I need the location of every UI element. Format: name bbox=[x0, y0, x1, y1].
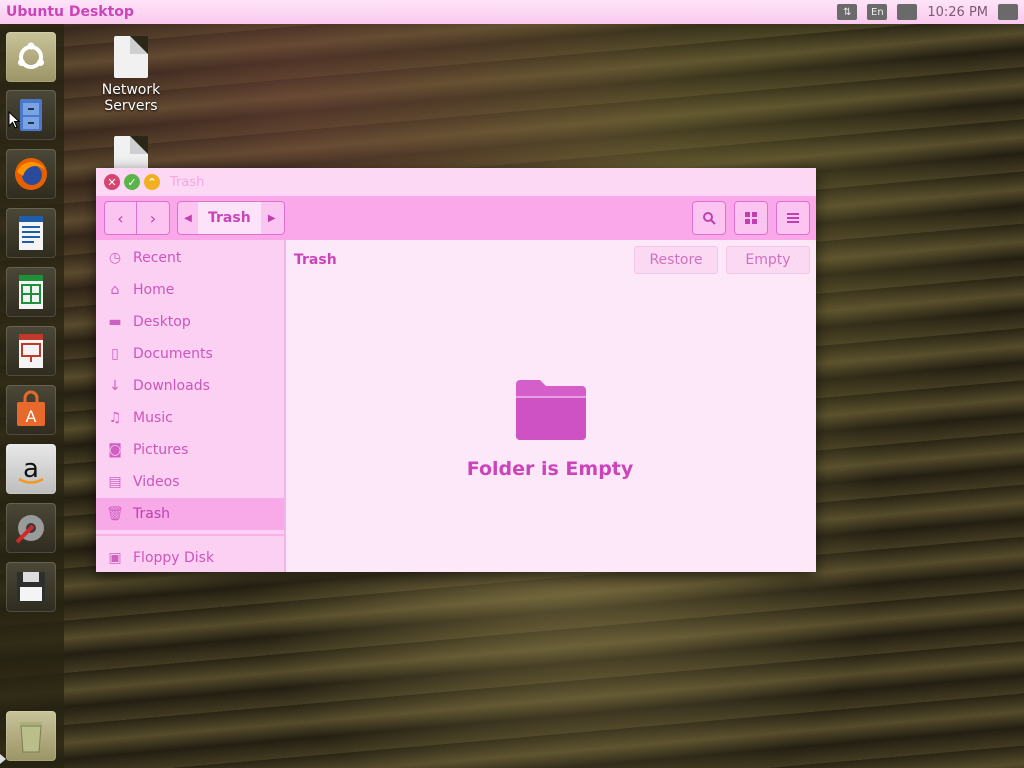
shopping-bag-icon: A bbox=[17, 390, 45, 426]
empty-folder-message: Folder is Empty bbox=[466, 458, 634, 480]
sidebar-item-label: Recent bbox=[133, 250, 182, 266]
hamburger-menu-icon bbox=[777, 202, 809, 234]
top-panel-title: Ubuntu Desktop bbox=[6, 4, 134, 20]
calc-spreadsheet-icon bbox=[19, 275, 43, 309]
ubuntu-logo-icon bbox=[18, 42, 44, 69]
clock[interactable]: 10:26 PM bbox=[927, 5, 988, 20]
back-button[interactable]: ‹ bbox=[105, 202, 137, 234]
sidebar-item-label: Trash bbox=[133, 506, 170, 522]
writer-document-icon bbox=[19, 216, 43, 250]
keyboard-layout-indicator[interactable]: En bbox=[867, 4, 888, 20]
desktop-icon-label: Network Servers bbox=[101, 82, 161, 114]
launcher-writer[interactable] bbox=[6, 208, 56, 258]
camera-icon: ◙ bbox=[108, 442, 122, 458]
content-area[interactable]: Trash Restore Empty Folder is Empty bbox=[286, 240, 816, 572]
folder-icon: ▬ bbox=[108, 314, 122, 330]
sidebar-item-label: Music bbox=[133, 410, 173, 426]
launcher-software-center[interactable]: A bbox=[6, 385, 56, 435]
network-icon[interactable]: ⇅ bbox=[837, 4, 858, 20]
breadcrumb-left-button[interactable]: ◀ bbox=[178, 202, 198, 234]
sidebar-item-label: Desktop bbox=[133, 314, 191, 330]
sidebar-item-label: Downloads bbox=[133, 378, 210, 394]
trash-icon: 🗑 bbox=[106, 506, 124, 522]
top-panel: Ubuntu Desktop ⇅ En 10:26 PM bbox=[0, 0, 1024, 24]
sidebar-item-label: Pictures bbox=[133, 442, 189, 458]
launcher-amazon[interactable]: a bbox=[6, 444, 56, 494]
sidebar-item-recent[interactable]: ◷ Recent bbox=[96, 242, 284, 274]
breadcrumb-trash[interactable]: Trash bbox=[198, 202, 261, 234]
chevron-left-icon: ‹ bbox=[117, 208, 124, 228]
breadcrumb-right-button[interactable]: ▶ bbox=[261, 202, 283, 234]
sidebar-item-label: Videos bbox=[133, 474, 180, 490]
settings-gear-icon bbox=[15, 515, 44, 544]
trash-can-icon bbox=[20, 722, 42, 753]
download-icon: ↓ bbox=[109, 378, 121, 394]
floppy-icon: ▣ bbox=[108, 550, 122, 566]
nav-buttons: ‹ › bbox=[104, 201, 170, 235]
search-button[interactable] bbox=[692, 201, 726, 235]
launcher-calc[interactable] bbox=[6, 267, 56, 317]
session-icon[interactable] bbox=[998, 4, 1018, 20]
film-icon: ▤ bbox=[108, 474, 122, 490]
sidebar-item-downloads[interactable]: ↓ Downloads bbox=[96, 370, 284, 402]
search-icon bbox=[693, 202, 725, 234]
sidebar-item-label: Floppy Disk bbox=[133, 550, 215, 566]
sidebar-item-pictures[interactable]: ◙ Pictures bbox=[96, 434, 284, 466]
music-icon: ♫ bbox=[108, 410, 122, 426]
home-icon: ⌂ bbox=[110, 282, 120, 298]
forward-button[interactable]: › bbox=[137, 202, 169, 234]
floppy-disk-icon bbox=[17, 572, 45, 602]
close-icon[interactable]: ✕ bbox=[104, 174, 120, 190]
sidebar-item-desktop[interactable]: ▬ Desktop bbox=[96, 306, 284, 338]
sidebar-separator bbox=[96, 534, 284, 536]
window-title: Trash bbox=[170, 174, 205, 190]
empty-button[interactable]: Empty bbox=[726, 246, 810, 274]
empty-folder-icon bbox=[516, 380, 586, 440]
view-grid-button[interactable] bbox=[734, 201, 768, 235]
main-area: ◷ Recent ⌂ Home ▬ Desktop ▯ Documents ↓ Downl… bbox=[96, 240, 816, 572]
sidebar-item-home[interactable]: ⌂ Home bbox=[96, 274, 284, 306]
triangle-right-icon: ▶ bbox=[267, 212, 276, 224]
launcher-firefox[interactable] bbox=[6, 149, 56, 199]
sidebar-item-trash[interactable]: 🗑 Trash bbox=[96, 498, 284, 530]
maximize-icon[interactable]: ⌃ bbox=[144, 174, 160, 190]
toolbar: ‹ › ◀ Trash ▶ bbox=[96, 196, 816, 240]
mouse-cursor-icon bbox=[8, 111, 20, 129]
sidebar-item-videos[interactable]: ▤ Videos bbox=[96, 466, 284, 498]
impress-presentation-icon bbox=[19, 334, 43, 368]
svg-text:a: a bbox=[23, 454, 39, 484]
battery-icon[interactable] bbox=[897, 4, 918, 20]
document-icon: ▯ bbox=[111, 346, 119, 362]
sidebar-item-label: Documents bbox=[133, 346, 213, 362]
chevron-right-icon: › bbox=[149, 208, 157, 228]
amazon-icon: a bbox=[18, 454, 44, 484]
breadcrumb: ◀ Trash ▶ bbox=[177, 201, 285, 235]
clock-icon: ◷ bbox=[108, 250, 122, 266]
places-sidebar: ◷ Recent ⌂ Home ▬ Desktop ▯ Documents ↓ Downl… bbox=[96, 240, 286, 572]
sidebar-item-label: Home bbox=[133, 282, 175, 298]
file-icon bbox=[114, 36, 148, 78]
grid-icon bbox=[735, 202, 767, 234]
sidebar-item-music[interactable]: ♫ Music bbox=[96, 402, 284, 434]
minimize-icon[interactable]: ✓ bbox=[124, 174, 140, 190]
launcher-floppy[interactable] bbox=[6, 562, 56, 612]
firefox-icon bbox=[15, 158, 47, 190]
triangle-left-icon: ◀ bbox=[184, 212, 192, 224]
restore-button[interactable]: Restore bbox=[634, 246, 718, 274]
content-title: Trash bbox=[294, 252, 337, 268]
launcher-active-pointer bbox=[0, 754, 6, 764]
file-manager-window: ✕ ✓ ⌃ Trash ‹ › ◀ Trash ▶ ◷ Recent ⌂ Hom… bbox=[96, 168, 816, 572]
menu-button[interactable] bbox=[776, 201, 810, 235]
launcher: A a bbox=[0, 24, 64, 768]
launcher-system-settings[interactable] bbox=[6, 503, 56, 553]
sidebar-item-documents[interactable]: ▯ Documents bbox=[96, 338, 284, 370]
window-titlebar[interactable]: ✕ ✓ ⌃ Trash bbox=[96, 168, 816, 196]
indicator-area: ⇅ En 10:26 PM bbox=[837, 4, 1018, 20]
desktop-icon-network-servers[interactable]: Network Servers bbox=[96, 36, 166, 114]
launcher-trash[interactable] bbox=[6, 711, 56, 761]
launcher-ubuntu-dash[interactable] bbox=[6, 32, 56, 82]
sidebar-item-floppy-disk[interactable]: ▣ Floppy Disk bbox=[96, 542, 284, 572]
svg-text:A: A bbox=[26, 407, 37, 426]
launcher-impress[interactable] bbox=[6, 326, 56, 376]
